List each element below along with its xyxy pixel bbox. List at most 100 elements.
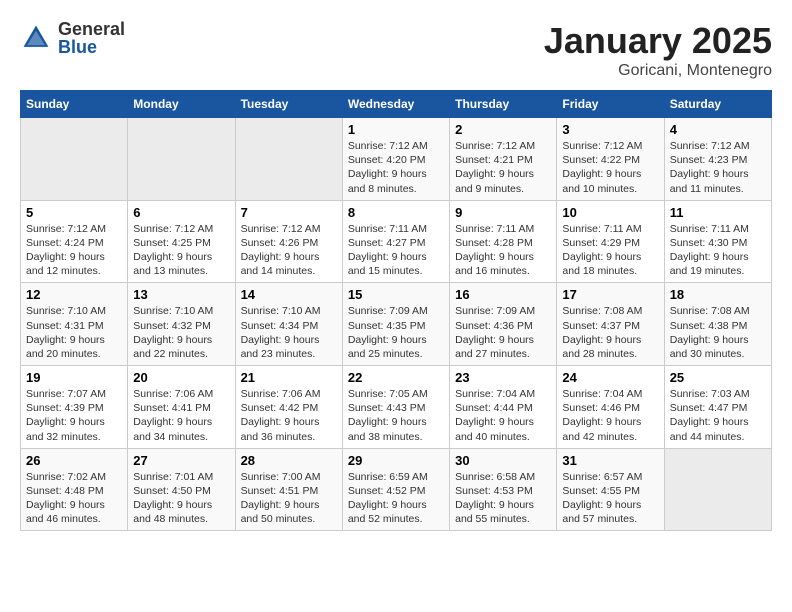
calendar-header-day: Wednesday <box>342 91 449 118</box>
calendar-cell <box>664 448 771 531</box>
calendar-cell: 20 Sunrise: 7:06 AM Sunset: 4:41 PM Dayli… <box>128 366 235 449</box>
calendar-cell: 15 Sunrise: 7:09 AM Sunset: 4:35 PM Dayli… <box>342 283 449 366</box>
logo-general: General <box>58 20 125 38</box>
calendar-cell: 1 Sunrise: 7:12 AM Sunset: 4:20 PM Daylig… <box>342 118 449 201</box>
day-content: Sunrise: 7:03 AM Sunset: 4:47 PM Dayligh… <box>670 387 766 444</box>
day-content: Sunrise: 7:10 AM Sunset: 4:34 PM Dayligh… <box>241 304 337 361</box>
calendar-header-row: SundayMondayTuesdayWednesdayThursdayFrid… <box>21 91 772 118</box>
calendar-header-day: Monday <box>128 91 235 118</box>
day-number: 21 <box>241 370 337 385</box>
day-content: Sunrise: 7:12 AM Sunset: 4:22 PM Dayligh… <box>562 139 658 196</box>
day-content: Sunrise: 7:12 AM Sunset: 4:25 PM Dayligh… <box>133 222 229 279</box>
day-content: Sunrise: 7:10 AM Sunset: 4:32 PM Dayligh… <box>133 304 229 361</box>
calendar-cell: 3 Sunrise: 7:12 AM Sunset: 4:22 PM Daylig… <box>557 118 664 201</box>
day-content: Sunrise: 7:09 AM Sunset: 4:35 PM Dayligh… <box>348 304 444 361</box>
calendar-header-day: Sunday <box>21 91 128 118</box>
day-number: 28 <box>241 453 337 468</box>
day-content: Sunrise: 7:11 AM Sunset: 4:29 PM Dayligh… <box>562 222 658 279</box>
calendar-week-row: 5 Sunrise: 7:12 AM Sunset: 4:24 PM Daylig… <box>21 200 772 283</box>
day-number: 24 <box>562 370 658 385</box>
day-content: Sunrise: 7:06 AM Sunset: 4:42 PM Dayligh… <box>241 387 337 444</box>
day-number: 26 <box>26 453 122 468</box>
day-content: Sunrise: 7:12 AM Sunset: 4:24 PM Dayligh… <box>26 222 122 279</box>
day-number: 14 <box>241 287 337 302</box>
day-content: Sunrise: 6:59 AM Sunset: 4:52 PM Dayligh… <box>348 470 444 527</box>
calendar-week-row: 26 Sunrise: 7:02 AM Sunset: 4:48 PM Dayli… <box>21 448 772 531</box>
calendar-cell: 17 Sunrise: 7:08 AM Sunset: 4:37 PM Dayli… <box>557 283 664 366</box>
calendar-cell: 9 Sunrise: 7:11 AM Sunset: 4:28 PM Daylig… <box>450 200 557 283</box>
day-content: Sunrise: 7:01 AM Sunset: 4:50 PM Dayligh… <box>133 470 229 527</box>
day-number: 27 <box>133 453 229 468</box>
day-number: 17 <box>562 287 658 302</box>
day-number: 16 <box>455 287 551 302</box>
day-content: Sunrise: 7:05 AM Sunset: 4:43 PM Dayligh… <box>348 387 444 444</box>
day-content: Sunrise: 7:06 AM Sunset: 4:41 PM Dayligh… <box>133 387 229 444</box>
logo: General Blue <box>20 20 125 56</box>
calendar-week-row: 1 Sunrise: 7:12 AM Sunset: 4:20 PM Daylig… <box>21 118 772 201</box>
calendar-header-day: Tuesday <box>235 91 342 118</box>
day-content: Sunrise: 7:11 AM Sunset: 4:30 PM Dayligh… <box>670 222 766 279</box>
calendar-week-row: 12Sunrise: 7:10 AM Sunset: 4:31 PM Dayli… <box>21 283 772 366</box>
day-content: Sunrise: 7:10 AM Sunset: 4:31 PM Dayligh… <box>26 304 122 361</box>
calendar-header-day: Thursday <box>450 91 557 118</box>
calendar-cell: 8 Sunrise: 7:11 AM Sunset: 4:27 PM Daylig… <box>342 200 449 283</box>
day-number: 2 <box>455 122 551 137</box>
logo-blue: Blue <box>58 38 125 56</box>
day-content: Sunrise: 7:12 AM Sunset: 4:21 PM Dayligh… <box>455 139 551 196</box>
day-number: 9 <box>455 205 551 220</box>
calendar-cell: 10 Sunrise: 7:11 AM Sunset: 4:29 PM Dayli… <box>557 200 664 283</box>
calendar-cell: 11 Sunrise: 7:11 AM Sunset: 4:30 PM Dayli… <box>664 200 771 283</box>
day-content: Sunrise: 7:12 AM Sunset: 4:23 PM Dayligh… <box>670 139 766 196</box>
day-content: Sunrise: 7:12 AM Sunset: 4:26 PM Dayligh… <box>241 222 337 279</box>
calendar-cell: 23Sunrise: 7:04 AM Sunset: 4:44 PM Dayli… <box>450 366 557 449</box>
calendar-cell: 6Sunrise: 7:12 AM Sunset: 4:25 PM Daylig… <box>128 200 235 283</box>
day-number: 13 <box>133 287 229 302</box>
day-content: Sunrise: 7:12 AM Sunset: 4:20 PM Dayligh… <box>348 139 444 196</box>
calendar-cell: 24Sunrise: 7:04 AM Sunset: 4:46 PM Dayli… <box>557 366 664 449</box>
day-content: Sunrise: 7:09 AM Sunset: 4:36 PM Dayligh… <box>455 304 551 361</box>
day-content: Sunrise: 7:11 AM Sunset: 4:28 PM Dayligh… <box>455 222 551 279</box>
day-number: 25 <box>670 370 766 385</box>
day-number: 11 <box>670 205 766 220</box>
day-content: Sunrise: 7:07 AM Sunset: 4:39 PM Dayligh… <box>26 387 122 444</box>
calendar-cell: 30 Sunrise: 6:58 AM Sunset: 4:53 PM Dayli… <box>450 448 557 531</box>
day-number: 1 <box>348 122 444 137</box>
day-content: Sunrise: 7:00 AM Sunset: 4:51 PM Dayligh… <box>241 470 337 527</box>
day-content: Sunrise: 7:08 AM Sunset: 4:38 PM Dayligh… <box>670 304 766 361</box>
calendar-cell: 22 Sunrise: 7:05 AM Sunset: 4:43 PM Dayli… <box>342 366 449 449</box>
calendar-cell: 29 Sunrise: 6:59 AM Sunset: 4:52 PM Dayli… <box>342 448 449 531</box>
day-number: 5 <box>26 205 122 220</box>
calendar-cell: 31Sunrise: 6:57 AM Sunset: 4:55 PM Dayli… <box>557 448 664 531</box>
day-number: 15 <box>348 287 444 302</box>
calendar-cell: 26 Sunrise: 7:02 AM Sunset: 4:48 PM Dayli… <box>21 448 128 531</box>
calendar-cell: 28 Sunrise: 7:00 AM Sunset: 4:51 PM Dayli… <box>235 448 342 531</box>
calendar-cell: 16 Sunrise: 7:09 AM Sunset: 4:36 PM Dayli… <box>450 283 557 366</box>
calendar-cell: 21 Sunrise: 7:06 AM Sunset: 4:42 PM Dayli… <box>235 366 342 449</box>
day-content: Sunrise: 7:02 AM Sunset: 4:48 PM Dayligh… <box>26 470 122 527</box>
calendar-cell: 2 Sunrise: 7:12 AM Sunset: 4:21 PM Daylig… <box>450 118 557 201</box>
calendar-cell <box>235 118 342 201</box>
day-number: 19 <box>26 370 122 385</box>
day-number: 22 <box>348 370 444 385</box>
day-number: 3 <box>562 122 658 137</box>
day-content: Sunrise: 6:58 AM Sunset: 4:53 PM Dayligh… <box>455 470 551 527</box>
calendar-header-day: Friday <box>557 91 664 118</box>
day-number: 29 <box>348 453 444 468</box>
day-number: 4 <box>670 122 766 137</box>
title-block: January 2025 Goricani, Montenegro <box>544 20 772 80</box>
page-header: General Blue January 2025 Goricani, Mont… <box>20 20 772 80</box>
day-number: 10 <box>562 205 658 220</box>
day-content: Sunrise: 7:11 AM Sunset: 4:27 PM Dayligh… <box>348 222 444 279</box>
day-number: 20 <box>133 370 229 385</box>
month-title: January 2025 <box>544 20 772 62</box>
calendar-cell: 25 Sunrise: 7:03 AM Sunset: 4:47 PM Dayli… <box>664 366 771 449</box>
day-number: 30 <box>455 453 551 468</box>
logo-icon <box>20 22 52 54</box>
day-number: 8 <box>348 205 444 220</box>
calendar-cell: 7Sunrise: 7:12 AM Sunset: 4:26 PM Daylig… <box>235 200 342 283</box>
calendar-cell: 12Sunrise: 7:10 AM Sunset: 4:31 PM Dayli… <box>21 283 128 366</box>
day-content: Sunrise: 7:08 AM Sunset: 4:37 PM Dayligh… <box>562 304 658 361</box>
calendar-cell <box>128 118 235 201</box>
calendar-cell: 19 Sunrise: 7:07 AM Sunset: 4:39 PM Dayli… <box>21 366 128 449</box>
calendar-cell: 4 Sunrise: 7:12 AM Sunset: 4:23 PM Daylig… <box>664 118 771 201</box>
